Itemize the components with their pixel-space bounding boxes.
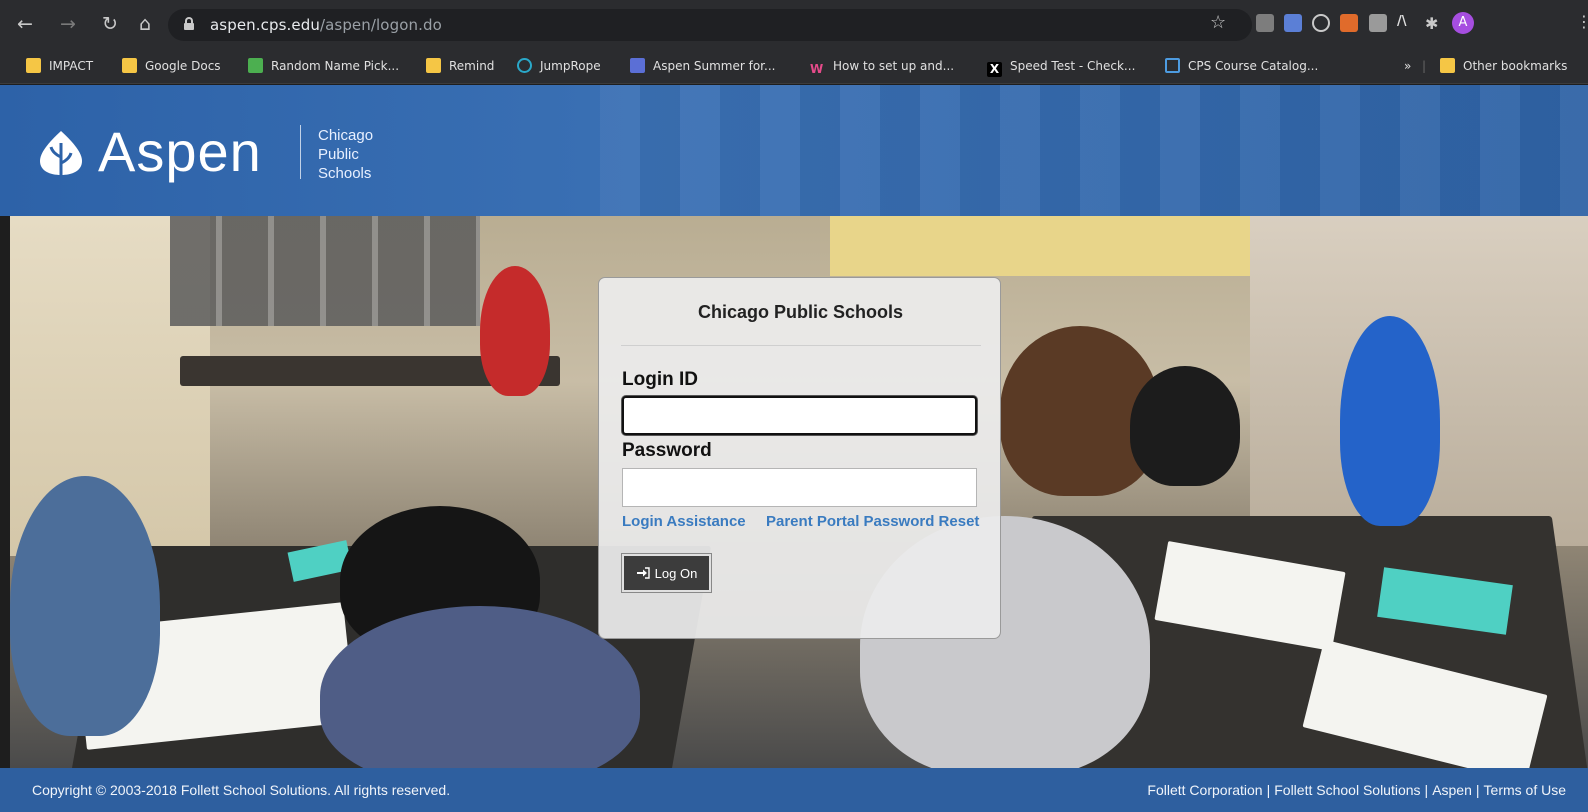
extension-icon[interactable] [1256,14,1274,32]
jumprope-icon [517,58,532,73]
footer-separator: | [1266,782,1271,798]
kebab-menu-icon[interactable]: ⋮ [1576,12,1588,31]
bookmark-item[interactable]: X Speed Test - Check... [987,56,1135,77]
green-puzzle-icon [248,58,263,73]
back-arrow-icon[interactable]: ← [14,13,36,35]
browser-toolbar: ← → ↻ ⌂ aspen.cps.edu/aspen/logon.do ☆ /… [0,0,1588,46]
footer-separator: | [1424,782,1429,798]
home-icon[interactable]: ⌂ [134,13,156,35]
login-id-label: Login ID [622,369,698,390]
bookmark-item[interactable]: Random Name Pick... [248,56,399,76]
log-on-label: Log On [654,565,698,581]
bookmark-item[interactable]: Aspen Summer for... [630,56,775,76]
catalog-icon [1165,58,1180,73]
page-footer: Copyright © 2003-2018 Follett School Sol… [0,768,1588,812]
reload-icon[interactable]: ↻ [99,13,121,35]
extension-icon[interactable] [1340,14,1358,32]
aspen-login-page: Aspen Chicago Public Schools Chicago Pub… [0,85,1588,812]
folder-icon [426,58,441,73]
forward-arrow-icon[interactable]: → [57,13,79,35]
logo-district-name: Chicago Public Schools [318,127,374,182]
bookmark-item[interactable]: CPS Course Catalog... [1165,56,1318,76]
w-logo-icon: W [810,62,824,76]
bookmarks-overflow-button[interactable]: » [1404,56,1411,76]
footer-link-terms-of-use[interactable]: Terms of Use [1484,782,1566,798]
logo-divider [300,125,301,179]
bookmarks-bar: IMPACT Google Docs Random Name Pick... R… [0,46,1588,84]
other-bookmarks[interactable]: Other bookmarks [1440,56,1567,76]
extension-icon[interactable] [1369,14,1387,32]
log-on-button[interactable]: Log On [621,553,712,593]
bookmark-item[interactable]: W How to set up and... [810,56,954,76]
parent-portal-password-reset-link[interactable]: Parent Portal Password Reset [766,513,979,530]
login-panel: Chicago Public Schools Login ID Password… [598,277,1001,639]
bookmark-divider: | [1422,59,1427,73]
url-text[interactable]: aspen.cps.edu/aspen/logon.do [210,16,442,34]
sign-in-icon [636,567,650,579]
extension-icon[interactable]: /\ [1397,14,1415,32]
login-id-input[interactable] [622,396,977,435]
page-header: Aspen Chicago Public Schools [0,85,1588,216]
copyright-text: Copyright © 2003-2018 Follett School Sol… [32,782,451,798]
footer-link-aspen[interactable]: Aspen [1432,782,1472,798]
footer-link-follett-school-solutions[interactable]: Follett School Solutions [1274,782,1420,798]
lock-icon [184,17,194,30]
password-input[interactable] [622,468,977,507]
folder-icon [1440,58,1455,73]
bookmark-item[interactable]: IMPACT [26,56,93,76]
password-label: Password [622,440,712,461]
profile-avatar[interactable]: A [1452,12,1474,34]
bookmark-item[interactable]: Google Docs [122,56,221,76]
footer-links: Follett Corporation | Follett School Solut… [1147,782,1566,798]
bookmark-star-icon[interactable]: ☆ [1210,12,1226,33]
folder-icon [26,58,41,73]
leaf-logo-icon [40,131,82,177]
footer-link-follett-corporation[interactable]: Follett Corporation [1147,782,1262,798]
bookmark-item[interactable]: Remind [426,56,494,76]
x-logo-icon: X [987,62,1002,77]
search-icon[interactable] [1312,14,1330,32]
login-panel-title: Chicago Public Schools [697,302,904,322]
puzzle-icon[interactable]: ✱ [1425,14,1443,33]
address-bar[interactable]: aspen.cps.edu/aspen/logon.do [168,9,1252,41]
google-forms-icon [630,58,645,73]
header-background-pattern [600,85,1588,216]
logo-wordmark: Aspen [98,120,262,183]
extension-check-icon[interactable] [1284,14,1302,32]
folder-icon [122,58,137,73]
footer-separator: | [1475,782,1480,798]
login-assistance-link[interactable]: Login Assistance [622,513,746,530]
title-divider [621,345,981,346]
bookmark-item[interactable]: JumpRope [517,56,601,76]
